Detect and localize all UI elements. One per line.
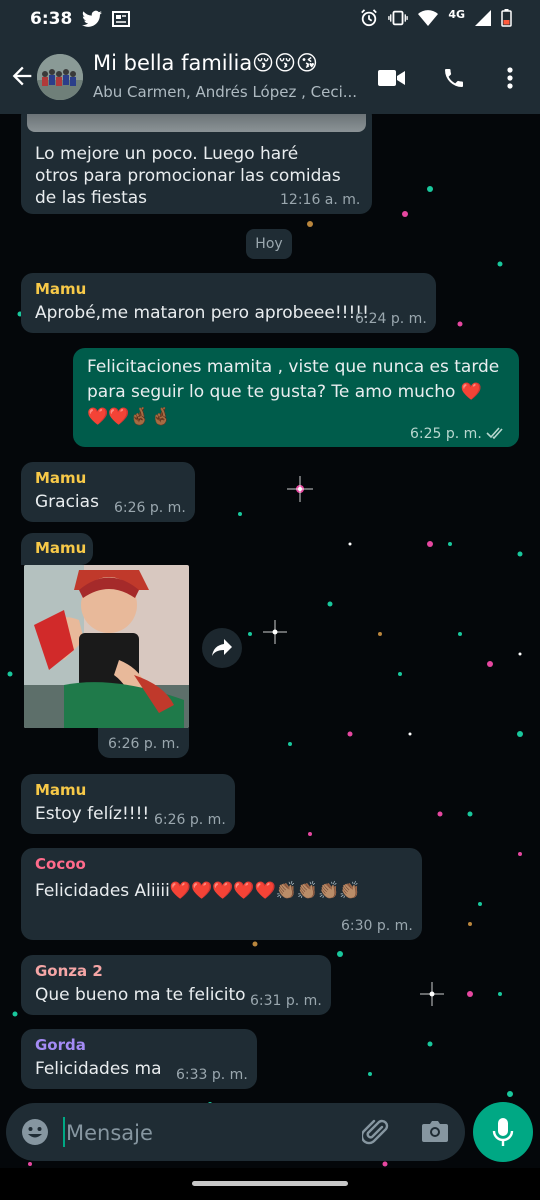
message-time: 6:31 p. m. — [250, 993, 322, 1009]
message-sender[interactable]: Mamu — [35, 280, 86, 298]
network-type: 4G — [448, 7, 465, 21]
message-bubble[interactable]: Gorda Felicidades ma 6:33 p. m. — [21, 1029, 257, 1089]
voice-call-icon[interactable] — [442, 66, 466, 90]
microphone-icon — [492, 1118, 514, 1146]
system-nav-bar — [0, 1168, 540, 1200]
message-time: 6:26 p. m. — [114, 500, 186, 516]
message-sender[interactable]: Cocoo — [35, 855, 86, 873]
signal-icon — [475, 10, 491, 26]
message-text: Gracias — [35, 492, 99, 512]
message-text: Felicitaciones mamita , viste que nunca … — [87, 357, 500, 427]
message-time: 6:30 p. m. — [341, 918, 413, 934]
message-sender[interactable]: Mamu — [35, 781, 86, 799]
message-bubble[interactable]: Mamu Aprobé,me mataron pero aprobeee!!!!… — [21, 273, 436, 333]
message-text: Felicidades Aliiii❤️❤️❤️❤️❤️👏🏽👏🏽👏🏽👏🏽 — [35, 881, 361, 901]
message-time: 6:33 p. m. — [176, 1067, 248, 1083]
message-bubble[interactable]: Gonza 2 Que bueno ma te felicito 6:31 p.… — [21, 955, 331, 1015]
sender-label-bubble[interactable]: Mamu — [21, 533, 93, 565]
attach-icon[interactable] — [362, 1118, 390, 1146]
message-sender[interactable]: Mamu — [35, 469, 86, 487]
message-time: 12:16 a. m. — [280, 192, 361, 208]
text-cursor — [63, 1117, 65, 1147]
status-bar: 6:38 4G — [0, 0, 540, 40]
message-sender[interactable]: Gonza 2 — [35, 962, 103, 980]
message-input[interactable] — [64, 1113, 348, 1153]
message-text: Aprobé,me mataron pero aprobeee!!!!! — [35, 303, 369, 323]
chat-participants[interactable]: Abu Carmen, Andrés López , Ceci... — [93, 83, 363, 101]
message-text: Estoy felíz!!!! — [35, 804, 150, 824]
message-composer — [6, 1103, 465, 1161]
camera-icon[interactable] — [421, 1119, 449, 1143]
message-bubble[interactable]: Cocoo Felicidades Aliiii❤️❤️❤️❤️❤️👏🏽👏🏽👏🏽… — [21, 848, 422, 940]
group-avatar[interactable] — [37, 54, 83, 100]
twitter-icon — [82, 10, 102, 27]
message-text: Felicidades ma — [35, 1059, 162, 1079]
wifi-icon — [418, 10, 439, 26]
date-separator: Hoy — [246, 229, 292, 259]
back-arrow-icon[interactable] — [8, 62, 36, 90]
voice-message-button[interactable] — [473, 1102, 533, 1162]
emoji-icon[interactable] — [21, 1118, 49, 1146]
message-time: 6:26 p. m. — [108, 736, 180, 752]
message-sender[interactable]: Gorda — [35, 1036, 86, 1054]
chat-title[interactable]: Mi bella familia😚😚😘 — [93, 51, 318, 75]
message-bubble[interactable]: Mamu Gracias 6:26 p. m. — [21, 462, 195, 522]
forward-icon — [212, 639, 232, 656]
message-time: 6:26 p. m. — [154, 812, 226, 828]
video-call-icon[interactable] — [378, 68, 406, 88]
battery-icon — [501, 9, 512, 27]
message-bubble[interactable]: Lo mejore un poco. Luego haré otros para… — [21, 104, 372, 214]
news-app-icon — [112, 11, 130, 27]
vibrate-icon — [388, 10, 409, 26]
more-options-icon[interactable] — [506, 66, 514, 90]
forward-button[interactable] — [202, 628, 242, 668]
chat-header: Mi bella familia😚😚😘 Abu Carmen, Andrés L… — [0, 40, 540, 114]
status-time: 6:38 — [30, 9, 73, 29]
message-text: Que bueno ma te felicito — [35, 985, 246, 1005]
message-photo[interactable] — [24, 565, 189, 728]
image-time-bubble: 6:26 p. m. — [98, 728, 189, 758]
message-bubble[interactable]: Mamu Estoy felíz!!!! 6:26 p. m. — [21, 774, 235, 834]
message-time: 6:25 p. m. — [410, 426, 482, 442]
message-time: 6:24 p. m. — [355, 311, 427, 327]
message-sender[interactable]: Mamu — [35, 539, 86, 557]
home-gesture-handle[interactable] — [192, 1181, 348, 1186]
read-receipt-icon — [486, 427, 503, 440]
alarm-icon — [361, 9, 378, 27]
message-bubble-outgoing[interactable]: Felicitaciones mamita , viste que nunca … — [73, 348, 519, 447]
